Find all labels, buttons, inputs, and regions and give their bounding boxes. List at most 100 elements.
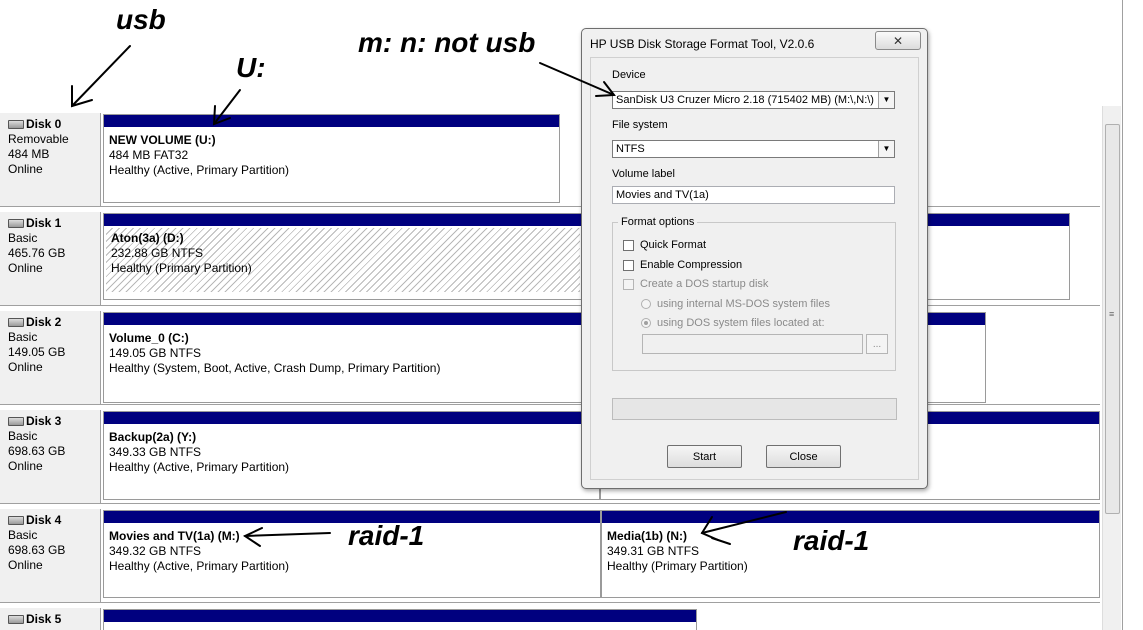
format-options-label: Format options xyxy=(618,216,698,228)
disk-label-0[interactable]: Disk 0 Removable 484 MB Online xyxy=(0,113,101,206)
disk-name: Disk 0 xyxy=(26,117,62,131)
disk-icon xyxy=(8,219,24,228)
disk-status: Online xyxy=(8,459,43,473)
raid-left-annotation: raid-1 xyxy=(348,520,425,551)
create-dos-label: Create a DOS startup disk xyxy=(640,278,769,290)
disk-name: Disk 1 xyxy=(26,216,62,230)
checkbox-icon[interactable] xyxy=(623,278,634,290)
checkbox-icon[interactable] xyxy=(623,239,634,251)
chevron-down-icon[interactable]: ▼ xyxy=(878,92,894,108)
device-select-value: SanDisk U3 Cruzer Micro 2.18 (715402 MB)… xyxy=(616,94,874,106)
disk-status: Online xyxy=(8,162,43,176)
disk-row-2: Disk 2 Basic 149.05 GB Online Volume_0 (… xyxy=(0,311,1100,404)
partition-d[interactable]: Aton(3a) (D:) 232.88 GB NTFS Healthy (Pr… xyxy=(103,213,583,300)
disk-type: Removable xyxy=(8,132,69,146)
disk-row-3: Disk 3 Basic 698.63 GB Online Backup(2a)… xyxy=(0,410,1100,503)
disk-row-5: Disk 5 xyxy=(0,608,1100,630)
disk-size: 149.05 GB xyxy=(8,345,66,359)
chevron-down-icon[interactable]: ▼ xyxy=(878,141,894,157)
row-divider xyxy=(0,503,1100,504)
disk-label-2[interactable]: Disk 2 Basic 149.05 GB Online xyxy=(0,311,101,404)
browse-button[interactable]: ... xyxy=(866,334,888,354)
dos-located-label: using DOS system files located at: xyxy=(657,317,825,329)
checkbox-icon[interactable] xyxy=(623,259,634,271)
volume-label-input[interactable]: Movies and TV(1a) xyxy=(612,186,895,204)
disk-status: Online xyxy=(8,360,43,374)
disk-icon xyxy=(8,615,24,624)
partition-title: Backup(2a) (Y:) xyxy=(109,430,197,444)
disk-row-0: Disk 0 Removable 484 MB Online NEW VOLUM… xyxy=(0,113,1100,206)
enable-compression-checkbox[interactable]: Enable Compression xyxy=(623,259,742,271)
close-icon[interactable]: ✕ xyxy=(875,31,921,50)
scrollbar-thumb[interactable]: ≡ xyxy=(1105,124,1120,514)
dos-path-input[interactable] xyxy=(642,334,863,354)
partition-status: Healthy (Active, Primary Partition) xyxy=(109,460,290,474)
top-empty-area xyxy=(0,0,1122,106)
dialog-title: HP USB Disk Storage Format Tool, V2.0.6 xyxy=(590,37,815,51)
partition-y[interactable]: Backup(2a) (Y:) 349.33 GB NTFS Healthy (… xyxy=(103,411,600,500)
disk-label-4[interactable]: Disk 4 Basic 698.63 GB Online xyxy=(0,509,101,602)
partition-title: NEW VOLUME (U:) xyxy=(109,133,216,147)
radio-selected-icon[interactable] xyxy=(641,318,651,328)
disk-row-1: Disk 1 Basic 465.76 GB Online Aton(3a) (… xyxy=(0,212,1100,305)
disk-status: Online xyxy=(8,558,43,572)
file-system-label: File system xyxy=(612,119,668,131)
u-annotation: U: xyxy=(236,52,266,83)
format-progress-bar xyxy=(612,398,897,420)
enable-compression-label: Enable Compression xyxy=(640,259,743,271)
disk-name: Disk 5 xyxy=(26,612,62,626)
disk-type: Basic xyxy=(8,528,38,542)
raid-right-annotation: raid-1 xyxy=(793,525,870,556)
disk-name: Disk 3 xyxy=(26,414,62,428)
usb-annotation: usb xyxy=(116,4,166,35)
row-divider xyxy=(0,305,1100,306)
internal-dos-radio[interactable]: using internal MS-DOS system files xyxy=(641,298,830,310)
disk-size: 698.63 GB xyxy=(8,444,66,458)
quick-format-label: Quick Format xyxy=(640,239,707,251)
vertical-scrollbar[interactable]: ≡ xyxy=(1102,106,1121,630)
disk-icon xyxy=(8,318,24,327)
disk-status: Online xyxy=(8,261,43,275)
create-dos-checkbox[interactable]: Create a DOS startup disk xyxy=(623,278,768,290)
close-button[interactable]: Close xyxy=(766,445,841,468)
row-divider xyxy=(0,206,1100,207)
partition-status: Healthy (Primary Partition) xyxy=(607,559,748,573)
internal-dos-label: using internal MS-DOS system files xyxy=(657,298,830,310)
scrollbar-grip-icon: ≡ xyxy=(1109,309,1115,319)
dos-located-radio[interactable]: using DOS system files located at: xyxy=(641,317,825,329)
not-usb-annotation: m: n: not usb xyxy=(358,27,536,58)
disk-label-3[interactable]: Disk 3 Basic 698.63 GB Online xyxy=(0,410,101,503)
partition-title: Aton(3a) (D:) xyxy=(111,231,184,245)
device-label: Device xyxy=(612,69,646,81)
disk-icon xyxy=(8,516,24,525)
disk-row-4: Disk 4 Basic 698.63 GB Online Movies and… xyxy=(0,509,1100,602)
radio-icon[interactable] xyxy=(641,299,651,309)
disk-type: Basic xyxy=(8,330,38,344)
disk-label-1[interactable]: Disk 1 Basic 465.76 GB Online xyxy=(0,212,101,305)
partition-u[interactable]: NEW VOLUME (U:) 484 MB FAT32 Healthy (Ac… xyxy=(103,114,560,203)
disk-size: 698.63 GB xyxy=(8,543,66,557)
disk-label-5[interactable]: Disk 5 xyxy=(0,608,101,630)
disk-size: 465.76 GB xyxy=(8,246,66,260)
partition-size: 232.88 GB NTFS xyxy=(111,246,204,260)
row-divider xyxy=(0,602,1100,603)
partition-status: Healthy (Active, Primary Partition) xyxy=(109,559,290,573)
volume-label-label: Volume label xyxy=(612,168,675,180)
file-system-select[interactable]: NTFS ▼ xyxy=(612,140,895,158)
partition-size: 349.33 GB NTFS xyxy=(109,445,202,459)
partition-status: Healthy (Active, Primary Partition) xyxy=(109,163,290,177)
removable-disk-icon xyxy=(8,120,24,129)
partition-status: Healthy (Primary Partition) xyxy=(111,261,252,275)
disk-size: 484 MB xyxy=(8,147,50,161)
disk-type: Basic xyxy=(8,231,38,245)
row-divider xyxy=(0,404,1100,405)
window-border xyxy=(1122,0,1123,630)
start-button[interactable]: Start xyxy=(667,445,742,468)
quick-format-checkbox[interactable]: Quick Format xyxy=(623,239,706,251)
partition-size: 484 MB FAT32 xyxy=(109,148,189,162)
partition-disk5[interactable] xyxy=(103,609,697,630)
disk-name: Disk 4 xyxy=(26,513,62,527)
device-select[interactable]: SanDisk U3 Cruzer Micro 2.18 (715402 MB)… xyxy=(612,91,895,109)
file-system-value: NTFS xyxy=(616,143,645,155)
disk-type: Basic xyxy=(8,429,38,443)
